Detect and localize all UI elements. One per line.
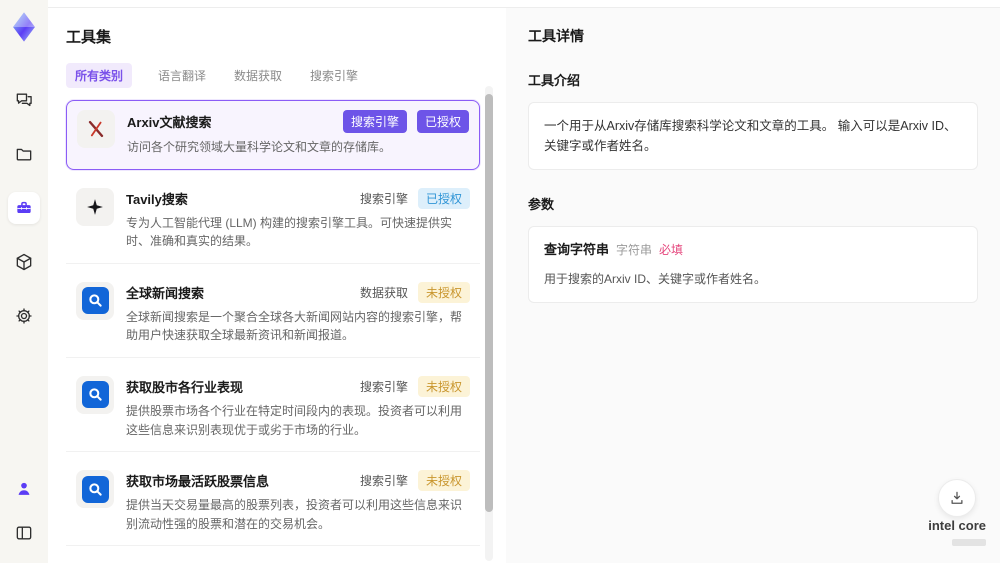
tool-category-badge: 搜索引擎 [359, 379, 408, 394]
tool-category-badge: 数据获取 [359, 285, 408, 300]
params-heading: 参数 [528, 197, 555, 212]
tool-category-badge: 搜索引擎 [359, 191, 408, 206]
tool-description: 提供当天交易量最高的股票列表，投资者可以利用这些信息来识别流动性强的股票和潜在的… [126, 498, 463, 531]
intro-heading: 工具介绍 [528, 73, 581, 88]
tool-status-badge: 未授权 [417, 375, 470, 397]
sidebar-item-collapse[interactable] [8, 517, 40, 549]
toolset-panel: 工具集 所有类别 语言翻译 数据获取 搜索引擎 Arxiv文献搜索 搜索引擎 已授权 … [48, 8, 498, 563]
sidebar-footer [8, 473, 40, 549]
tool-status-badge: 已授权 [416, 110, 469, 133]
chat-icon [16, 93, 32, 107]
download-button[interactable] [938, 479, 976, 517]
sidebar-item-user[interactable] [8, 473, 40, 505]
settings-gear-icon [16, 308, 32, 324]
arxiv-logo-icon [88, 120, 104, 138]
download-icon [951, 491, 963, 504]
tool-icon [76, 470, 114, 509]
tool-icon [77, 110, 115, 148]
tool-name: Tavily搜索 [126, 191, 188, 207]
sidebar-item-tools[interactable] [8, 192, 40, 224]
brand-text: intel core [928, 518, 986, 533]
folder-icon [16, 148, 32, 161]
detail-title: 工具详情 [528, 28, 584, 44]
tool-card-0[interactable]: Arxiv文献搜索 搜索引擎 已授权 访问各个研究领域大量科学论文和文章的存储库… [66, 100, 480, 170]
cube-icon [16, 253, 32, 271]
category-tabs: 所有类别 语言翻译 数据获取 搜索引擎 [66, 63, 498, 88]
search-icon [81, 287, 109, 315]
sidebar-item-packages[interactable] [8, 246, 40, 278]
tool-detail-panel: 工具详情 工具介绍 一个用于从Arxiv存储库搜索科学论文和文章的工具。 输入可… [506, 8, 1000, 563]
intro-box: 一个用于从Arxiv存储库搜索科学论文和文章的工具。 输入可以是Arxiv ID… [528, 102, 978, 170]
toolbox-icon [17, 201, 31, 213]
search-icon [81, 475, 109, 503]
sparkle-icon [87, 198, 103, 215]
tool-description: 专为人工智能代理 (LLM) 构建的搜索引擎工具。可快速提供实时、准确和真实的结… [126, 215, 453, 249]
param-required-badge: 必填 [659, 243, 684, 257]
list-scrollbar [485, 86, 493, 561]
user-icon [18, 482, 30, 495]
param-type: 字符串 [616, 243, 653, 257]
param-name: 查询字符串 [544, 242, 610, 257]
tool-card-2[interactable]: 全球新闻搜索 数据获取 未授权 全球新闻搜索是一个聚合全球各大新闻网站内容的搜索… [66, 272, 480, 358]
tool-description: 提供股票市场各个行业在特定时间段内的表现。投资者可以利用这些信息来识别表现优于或… [126, 403, 463, 437]
tool-icon [76, 375, 114, 414]
tool-name: 全球新闻搜索 [126, 285, 205, 301]
tool-list: Arxiv文献搜索 搜索引擎 已授权 访问各个研究领域大量科学论文和文章的存储库… [66, 100, 480, 563]
tool-card-1[interactable]: Tavily搜索 搜索引擎 已授权 专为人工智能代理 (LLM) 构建的搜索引擎… [66, 178, 480, 264]
tool-card-5[interactable]: 万维地区新闻查询 搜索引擎 未授权 查询具体行政区划内的新闻，快速了解各地新闻动 [66, 555, 480, 563]
tool-name: 获取市场最活跃股票信息 [126, 474, 270, 490]
tool-description: 访问各个研究领域大量科学论文和文章的存储库。 [127, 140, 392, 154]
panel-toggle-icon [16, 526, 32, 540]
tool-card-4[interactable]: 获取市场最活跃股票信息 搜索引擎 未授权 提供当天交易量最高的股票列表，投资者可… [66, 461, 480, 547]
tab-2[interactable]: 数据获取 [232, 63, 284, 88]
tool-category-badge: 搜索引擎 [342, 110, 407, 133]
app-logo-icon [13, 12, 35, 42]
tab-1[interactable]: 语言翻译 [156, 63, 208, 88]
param-box: 查询字符串 字符串 必填 用于搜索的Arxiv ID、关键字或作者姓名。 [528, 226, 978, 303]
sidebar-nav [8, 84, 40, 332]
sidebar-item-chat[interactable] [8, 84, 40, 116]
sidebar-item-settings[interactable] [8, 300, 40, 332]
tool-status-badge: 未授权 [417, 470, 470, 492]
intel-core-logo: intel core [928, 518, 986, 551]
page-title: 工具集 [66, 29, 112, 46]
param-description: 用于搜索的Arxiv ID、关键字或作者姓名。 [544, 271, 767, 286]
search-icon [81, 381, 109, 409]
sidebar-item-files[interactable] [8, 138, 40, 170]
tab-3[interactable]: 搜索引擎 [308, 63, 360, 88]
tab-0[interactable]: 所有类别 [66, 63, 133, 88]
brand-ultra-bar [952, 539, 986, 546]
tool-status-badge: 未授权 [417, 281, 470, 303]
tool-card-3[interactable]: 获取股市各行业表现 搜索引擎 未授权 提供股票市场各个行业在特定时间段内的表现。… [66, 366, 480, 453]
scrollbar-thumb[interactable] [485, 94, 493, 512]
tool-category-badge: 搜索引擎 [359, 474, 408, 489]
tool-name: Arxiv文献搜索 [127, 115, 212, 130]
tool-status-badge: 已授权 [417, 187, 470, 209]
tool-icon [76, 281, 114, 320]
tool-description: 全球新闻搜索是一个聚合全球各大新闻网站内容的搜索引擎，帮助用户快速获取全球最新资… [126, 309, 463, 343]
tool-icon [76, 187, 114, 226]
left-sidebar [0, 0, 48, 563]
tool-name: 获取股市各行业表现 [126, 379, 244, 395]
